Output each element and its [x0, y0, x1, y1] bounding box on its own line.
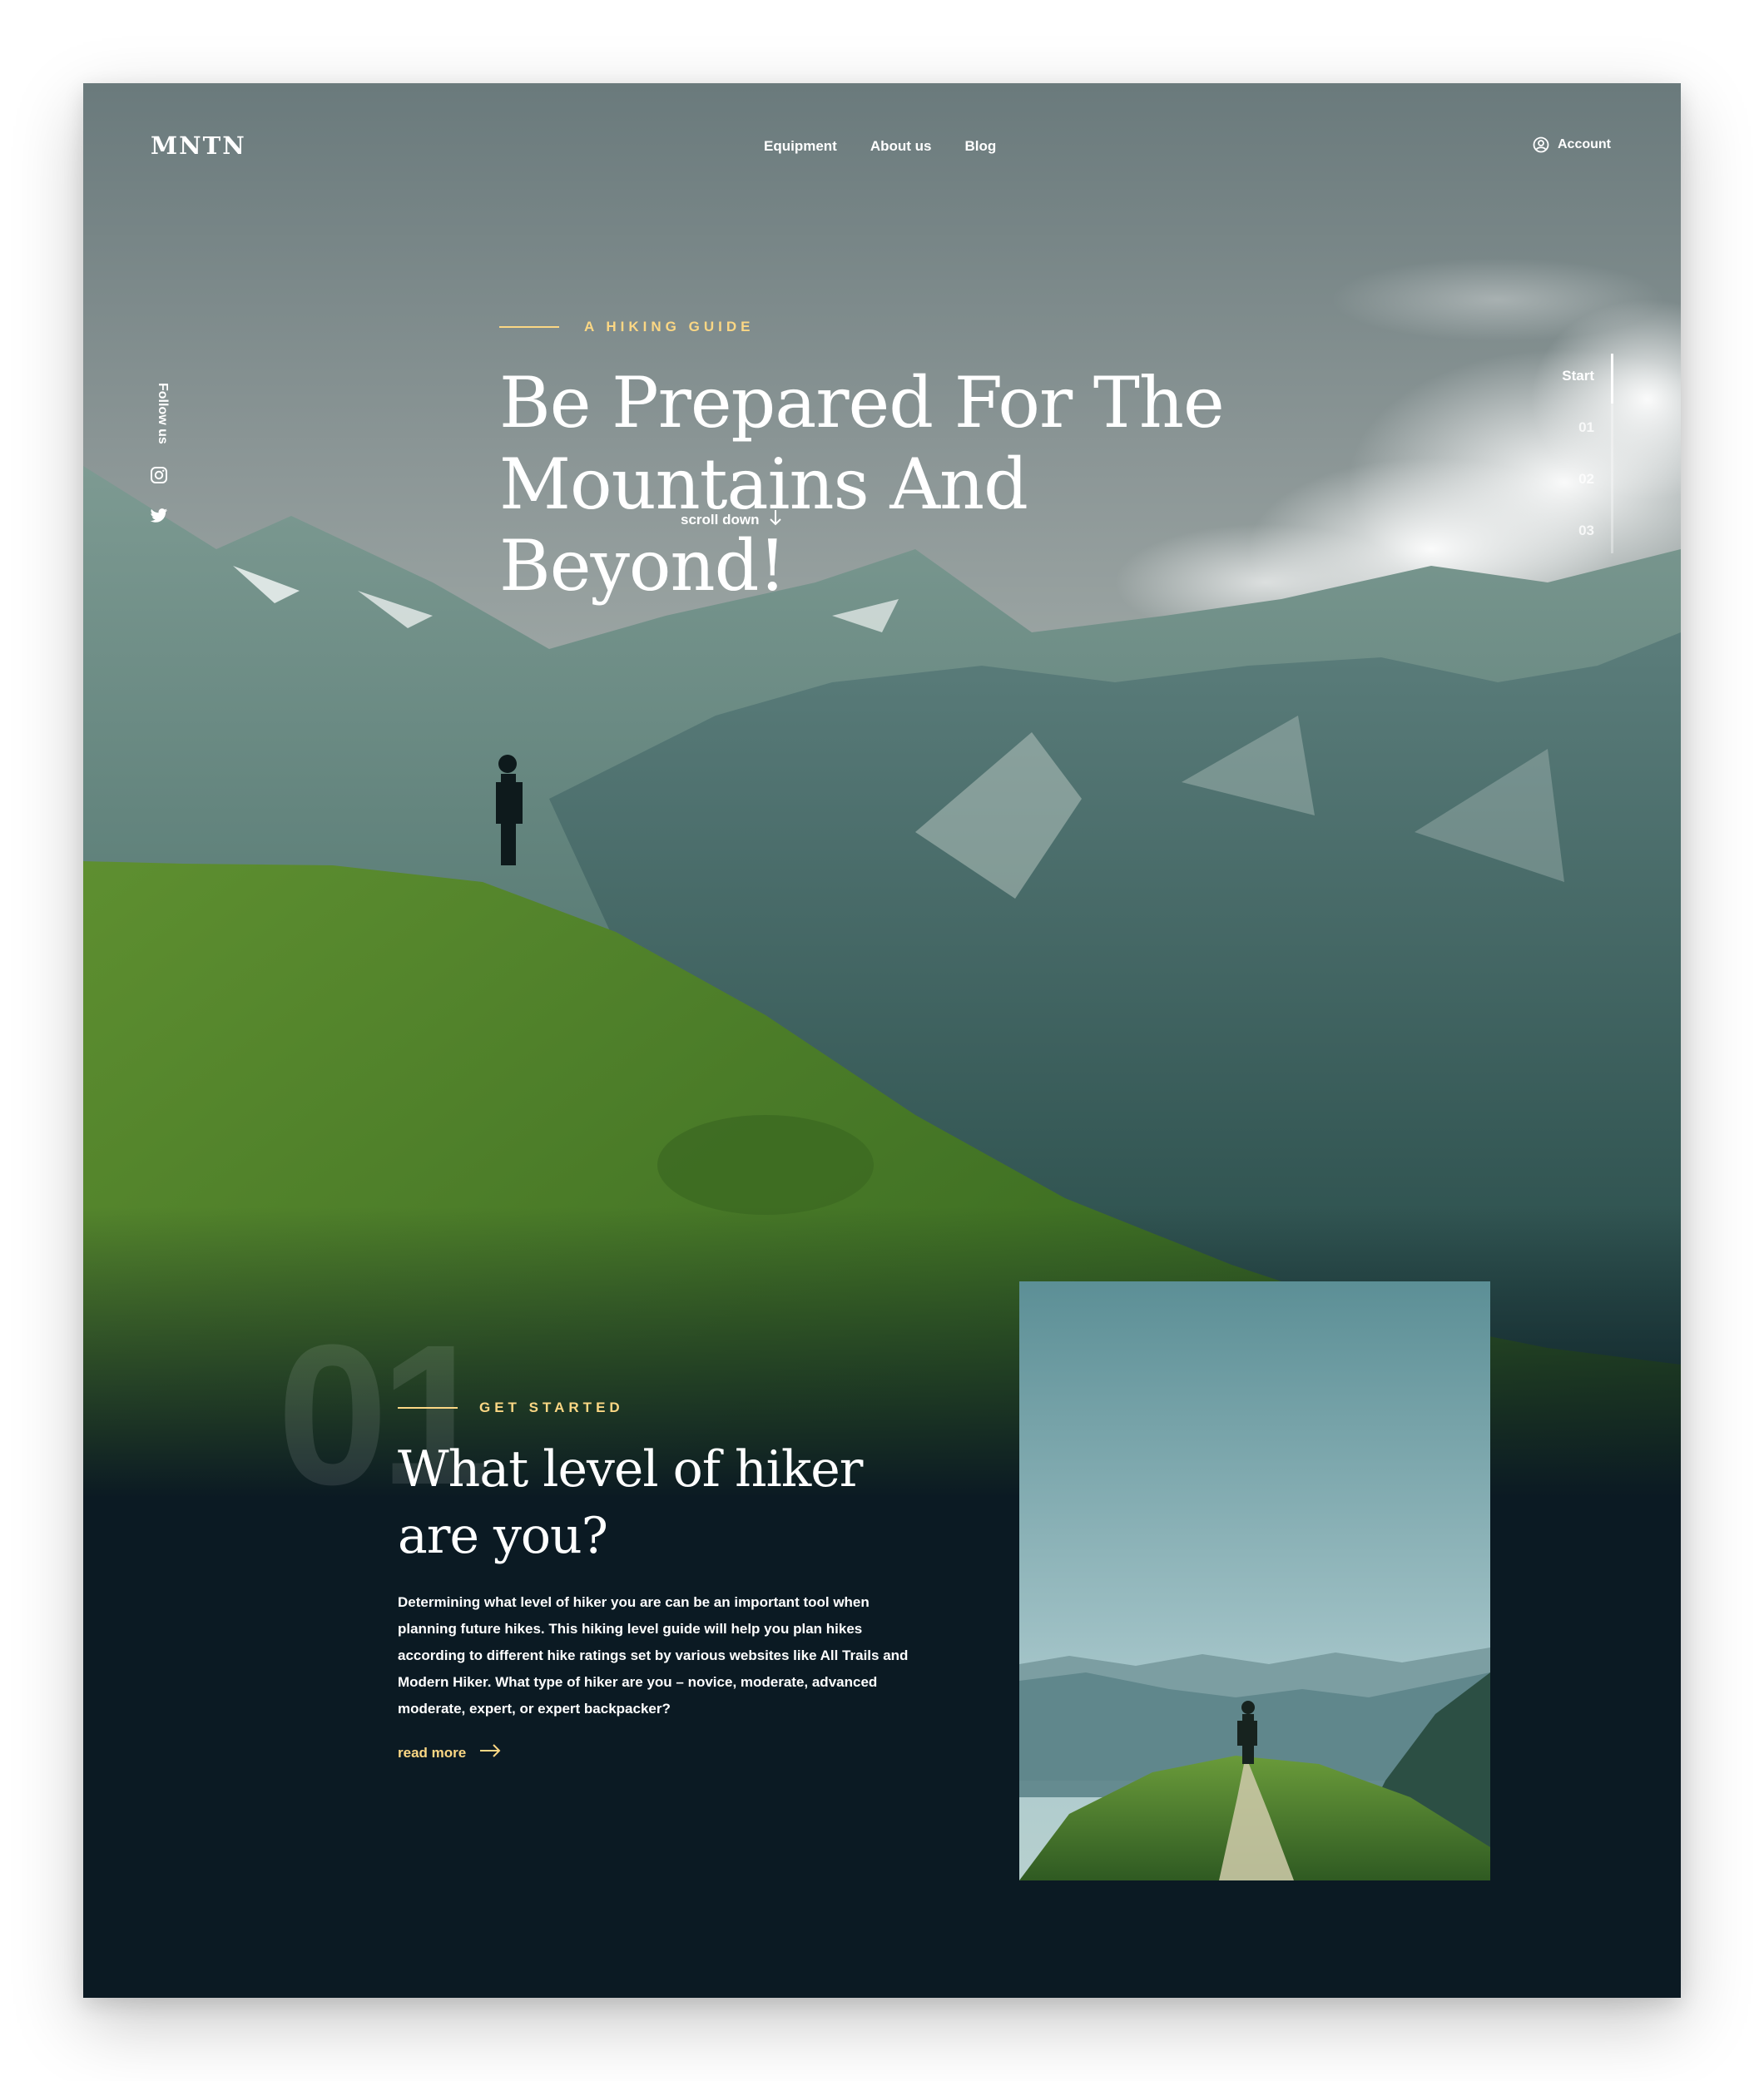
slide-item-02[interactable]: 02 [1578, 471, 1594, 488]
hero-title: Be Prepared For The Mountains And Beyond… [499, 362, 1225, 607]
top-navigation: MNTN Equipment About us Blog Account [83, 83, 1681, 212]
section-kicker: GET STARTED [398, 1400, 624, 1416]
slide-item-01[interactable]: 01 [1578, 419, 1594, 436]
instagram-icon[interactable] [150, 466, 168, 484]
section-kicker-text: GET STARTED [479, 1400, 624, 1415]
slide-rail-active [1611, 354, 1613, 404]
brand-logo[interactable]: MNTN [151, 131, 246, 160]
main-nav: Equipment About us Blog [764, 138, 996, 155]
account-icon [1533, 136, 1549, 153]
hero-kicker-text: A HIKING GUIDE [584, 319, 755, 334]
follow-us-label: Follow us [156, 383, 170, 444]
section-body: Determining what level of hiker you are … [398, 1594, 909, 1717]
arrow-down-icon [769, 509, 782, 530]
kicker-line [398, 1407, 458, 1409]
scroll-down-link[interactable]: scroll down [681, 509, 782, 530]
twitter-icon[interactable] [150, 508, 168, 524]
account-label: Account [1558, 137, 1611, 151]
read-more-link[interactable]: read more [398, 1744, 501, 1761]
scroll-down-label: scroll down [681, 511, 760, 528]
section-photo [1019, 1281, 1490, 1880]
nav-item-blog[interactable]: Blog [965, 138, 997, 155]
arrow-right-icon [479, 1744, 501, 1761]
nav-item-equipment[interactable]: Equipment [764, 138, 837, 155]
read-more-label: read more [398, 1744, 467, 1761]
account-link[interactable]: Account [1533, 136, 1611, 153]
nav-item-about-us[interactable]: About us [870, 138, 932, 155]
slide-item-start[interactable]: Start [1562, 368, 1594, 384]
social-follow: Follow us [148, 383, 173, 533]
kicker-line [499, 326, 559, 328]
hero-kicker: A HIKING GUIDE [499, 319, 754, 335]
slide-indicator: Start 01 02 03 [1548, 354, 1614, 553]
landing-page: MNTN Equipment About us Blog Account Fol… [83, 83, 1681, 1998]
slide-item-03[interactable]: 03 [1578, 523, 1594, 539]
section-title: What level of hiker are you? [398, 1440, 863, 1565]
